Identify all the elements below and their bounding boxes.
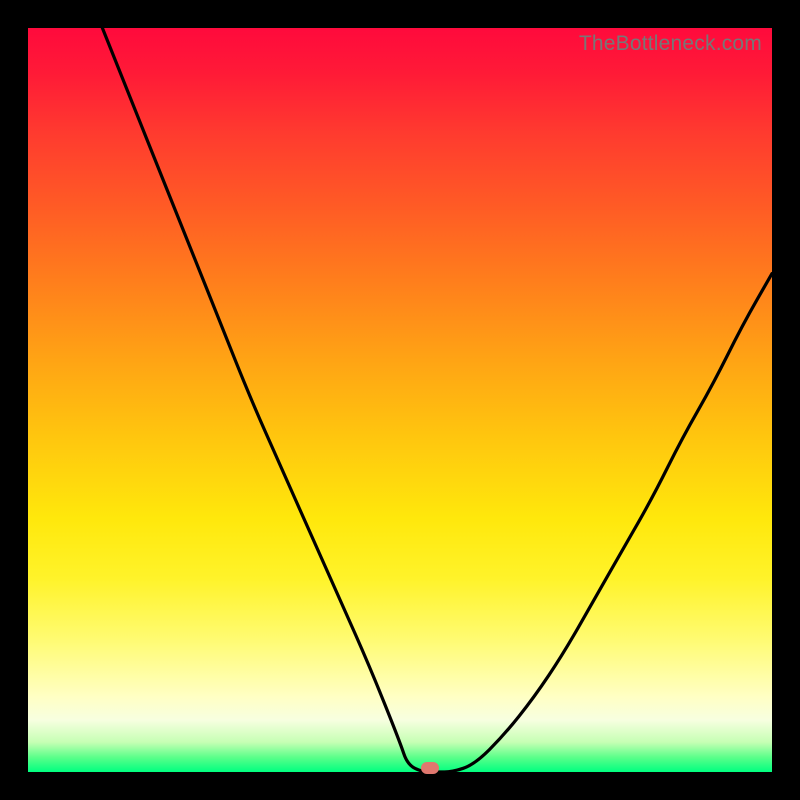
curve-path [102, 28, 772, 772]
plot-area: TheBottleneck.com [28, 28, 772, 772]
chart-frame: TheBottleneck.com [0, 0, 800, 800]
bottleneck-curve [28, 28, 772, 772]
optimum-marker [421, 762, 439, 774]
